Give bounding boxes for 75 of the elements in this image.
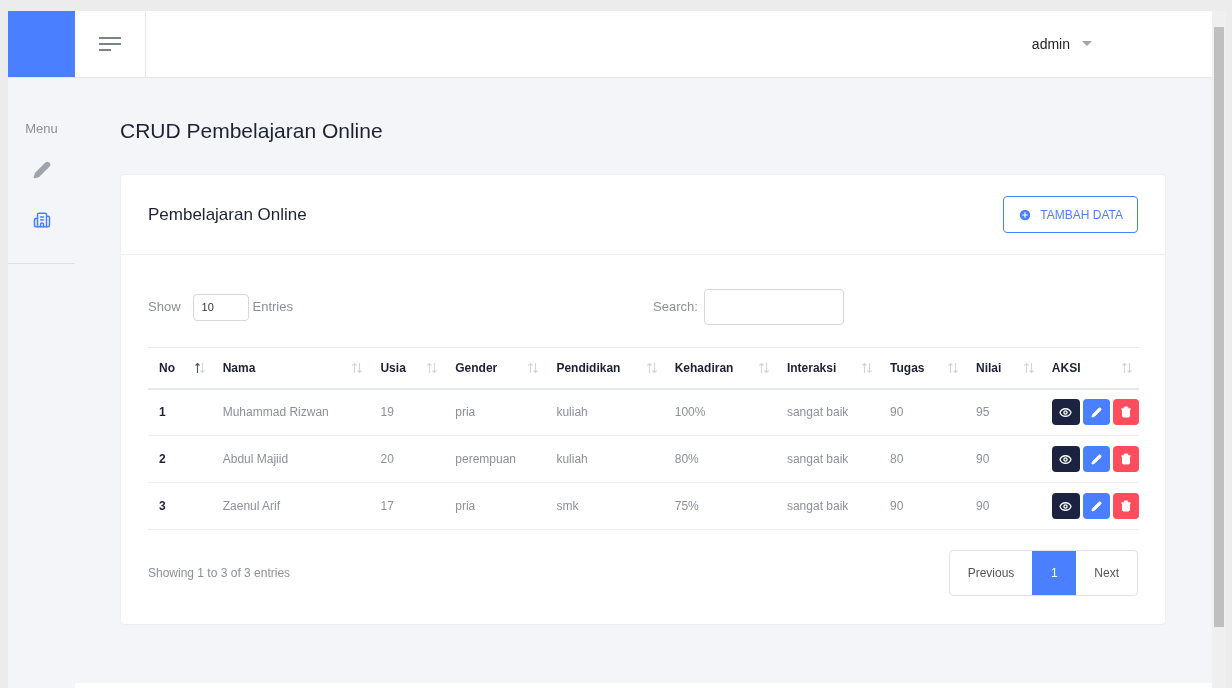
table-cell: pria — [444, 388, 546, 436]
search-label: Search: — [653, 298, 698, 317]
table-cell: Abdul Majiid — [211, 435, 370, 483]
view-button[interactable] — [1051, 493, 1080, 519]
table-cell: 80% — [663, 435, 776, 483]
view-button[interactable] — [1051, 446, 1080, 472]
pencil-icon[interactable] — [32, 160, 51, 179]
table-cell: 90 — [965, 435, 1041, 483]
trash-icon — [1120, 406, 1133, 419]
trash-icon — [1120, 500, 1133, 512]
column-header[interactable]: Usia — [369, 347, 445, 389]
eye-icon — [1059, 405, 1073, 419]
delete-button[interactable] — [1113, 399, 1139, 426]
show-label: Show — [148, 298, 181, 317]
table-cell: kuliah — [545, 388, 664, 436]
table-cell: sangat baik — [775, 388, 880, 436]
table-cell: 20 — [369, 435, 445, 483]
table-cell: 17 — [369, 482, 445, 530]
table-cell: 90 — [965, 482, 1041, 530]
edit-button[interactable] — [1082, 493, 1111, 519]
table-cell: 2 — [148, 435, 212, 483]
eye-icon — [1059, 499, 1073, 513]
column-header[interactable]: No — [148, 347, 212, 389]
card-title: Pembelajaran Online — [148, 203, 307, 226]
plus-icon — [1018, 207, 1033, 222]
table-cell: 80 — [879, 435, 966, 483]
table-cell: kuliah — [545, 435, 664, 483]
caret-icon — [1082, 41, 1092, 47]
logo-block — [8, 11, 75, 77]
edit-button[interactable] — [1082, 399, 1111, 426]
table-cell: sangat baik — [775, 435, 880, 483]
sidebar-title: Menu — [25, 120, 58, 138]
next-button[interactable]: Next — [1076, 551, 1137, 595]
menu-icon[interactable] — [99, 37, 121, 51]
table-cell: pria — [444, 482, 546, 530]
building-icon[interactable] — [32, 210, 51, 229]
column-header[interactable]: Interaksi — [775, 347, 880, 389]
pencil-icon — [1090, 500, 1102, 512]
column-header[interactable]: Pendidikan — [545, 347, 664, 389]
page-title: CRUD Pembelajaran Online — [120, 118, 384, 144]
pencil-icon — [1090, 406, 1102, 418]
pencil-icon — [1090, 453, 1102, 465]
table-cell: Zaenul Arif — [211, 482, 370, 530]
entries-label: Entries — [252, 298, 293, 317]
table-cell: Muhammad Rizwan — [211, 388, 370, 436]
previous-button[interactable]: Previous — [949, 551, 1033, 595]
table-cell: 19 — [369, 388, 445, 436]
table-cell: perempuan — [444, 435, 546, 483]
table-cell: smk — [545, 482, 664, 530]
table-cell: 100% — [663, 388, 776, 436]
delete-button[interactable] — [1113, 493, 1139, 519]
table-cell: 3 — [148, 482, 212, 530]
delete-button[interactable] — [1113, 446, 1139, 472]
table-cell: 1 — [148, 388, 212, 436]
column-header[interactable]: Tugas — [879, 347, 966, 389]
search-field[interactable] — [703, 289, 844, 325]
page-length-field[interactable]: 10 — [192, 293, 249, 321]
trash-icon — [1120, 453, 1133, 465]
column-header[interactable]: Nama — [211, 347, 370, 389]
user-menu[interactable]: admin — [1031, 33, 1092, 55]
table-cell: sangat baik — [775, 482, 880, 530]
column-header[interactable]: Kehadiran — [663, 347, 776, 389]
table-cell: 95 — [965, 388, 1041, 436]
column-header[interactable]: Nilai — [965, 347, 1041, 389]
column-header[interactable]: AKSI — [1040, 347, 1139, 389]
table-cell: 90 — [879, 482, 966, 530]
add-data-button[interactable]: TAMBAH DATA — [1003, 196, 1138, 233]
entries-info: Showing 1 to 3 of 3 entries — [148, 565, 291, 582]
page-button[interactable]: 1 — [1032, 551, 1077, 595]
column-header[interactable]: Gender — [444, 347, 546, 389]
view-button[interactable] — [1051, 399, 1080, 426]
table-cell: 75% — [663, 482, 776, 530]
table-cell: 90 — [879, 388, 966, 436]
edit-button[interactable] — [1082, 446, 1111, 472]
eye-icon — [1059, 452, 1073, 466]
